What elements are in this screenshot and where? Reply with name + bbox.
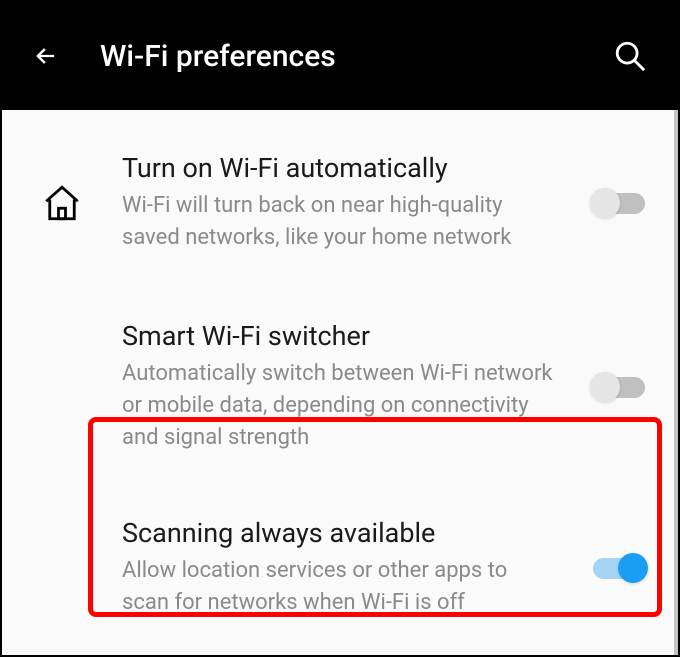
icon-placeholder [2,320,122,350]
back-icon[interactable] [32,42,60,70]
settings-list: Turn on Wi-Fi automatically Wi-Fi will t… [2,110,678,655]
setting-scanning-always[interactable]: Scanning always available Allow location… [2,489,674,649]
home-icon-container [2,152,122,224]
setting-title: Scanning always available [122,517,554,549]
toggle-scanning-always[interactable] [590,553,648,583]
setting-text: Turn on Wi-Fi automatically Wi-Fi will t… [122,152,564,254]
icon-placeholder [2,517,122,547]
toggle-wifi-auto[interactable] [590,188,648,218]
setting-text: Scanning always available Allow location… [122,517,564,619]
setting-desc: Allow location services or other apps to… [122,555,554,619]
setting-turn-on-wifi-auto[interactable]: Turn on Wi-Fi automatically Wi-Fi will t… [2,110,674,284]
home-icon [41,182,83,224]
setting-title: Turn on Wi-Fi automatically [122,152,554,184]
search-icon[interactable] [612,38,648,74]
app-header: Wi-Fi preferences [2,2,678,110]
setting-title: Smart Wi-Fi switcher [122,320,554,352]
setting-smart-wifi-switcher[interactable]: Smart Wi-Fi switcher Automatically switc… [2,284,674,490]
toggle-smart-switcher[interactable] [590,372,648,402]
setting-text: Smart Wi-Fi switcher Automatically switc… [122,320,564,454]
setting-desc: Wi-Fi will turn back on near high-qualit… [122,190,554,254]
page-title: Wi-Fi preferences [100,39,612,74]
setting-desc: Automatically switch between Wi-Fi netwo… [122,358,554,454]
